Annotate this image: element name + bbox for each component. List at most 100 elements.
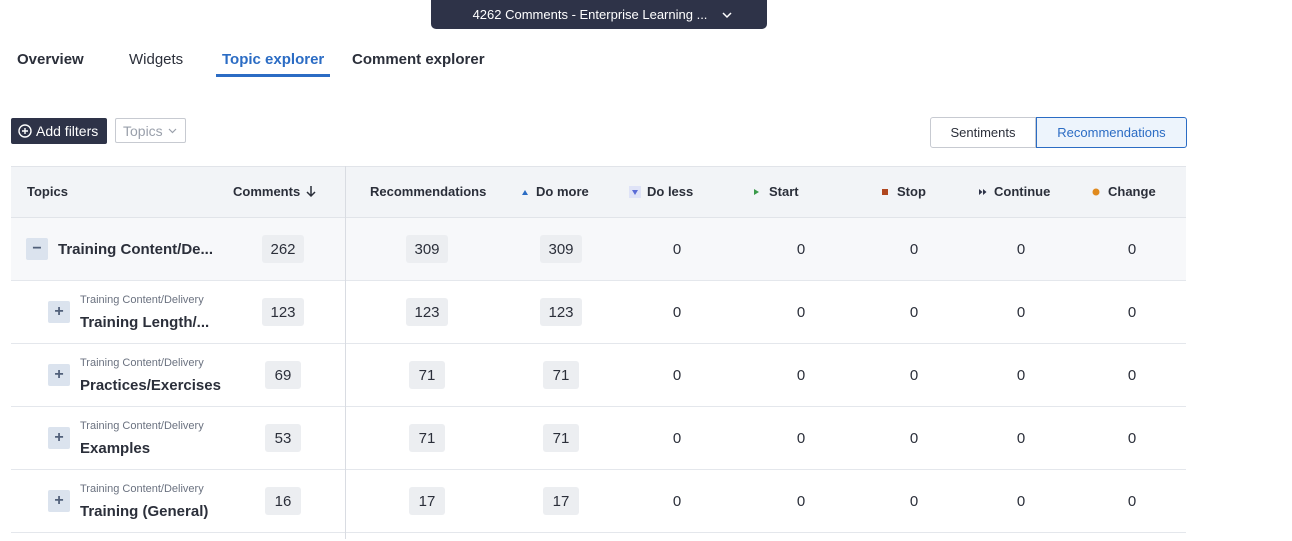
tab-bar: Overview Widgets Topic explorer Comment … (0, 44, 600, 80)
table-row-partial (11, 533, 1186, 541)
recommendations-count[interactable]: 71 (409, 424, 445, 452)
col-header-stop[interactable]: Stop (881, 184, 926, 199)
start-count: 0 (796, 367, 806, 384)
recommendations-count[interactable]: 71 (409, 361, 445, 389)
continue-icon (979, 188, 987, 195)
comments-count[interactable]: 69 (265, 361, 301, 389)
collapse-icon[interactable]: − (26, 238, 48, 260)
table-row[interactable]: + Training Content/Delivery Practices/Ex… (11, 344, 1186, 407)
change-count: 0 (1127, 304, 1137, 321)
change-icon (1092, 188, 1100, 195)
sentiments-toggle[interactable]: Sentiments (930, 117, 1036, 148)
recommendations-count[interactable]: 123 (406, 298, 448, 326)
table-row[interactable]: + Training Content/Delivery Training (Ge… (11, 470, 1186, 533)
table-row[interactable]: − Training Content/De... 262 309 309 0 0… (11, 218, 1186, 281)
continue-count: 0 (1016, 493, 1026, 510)
do-more-count[interactable]: 71 (543, 424, 579, 452)
do-less-count: 0 (672, 493, 682, 510)
do-more-icon (522, 189, 528, 195)
col-header-change[interactable]: Change (1092, 184, 1156, 199)
active-tab-indicator (216, 74, 330, 77)
table-header: Topics Comments Recommendations Do more … (11, 166, 1186, 218)
table-row[interactable]: + Training Content/Delivery Training Len… (11, 281, 1186, 344)
col-header-do-more[interactable]: Do more (521, 184, 589, 199)
col-header-comments-label: Comments (233, 184, 301, 199)
do-less-count: 0 (672, 304, 682, 321)
continue-count: 0 (1016, 430, 1026, 447)
add-filters-label: Add filters (36, 123, 99, 139)
recommendations-count[interactable]: 17 (409, 487, 445, 515)
col-header-do-less-label: Do less (647, 184, 694, 199)
expand-icon[interactable]: + (48, 427, 70, 449)
recommendations-toggle[interactable]: Recommendations (1036, 117, 1187, 148)
comments-count[interactable]: 53 (265, 424, 301, 452)
add-filters-button[interactable]: Add filters (11, 118, 107, 144)
do-more-count[interactable]: 123 (540, 298, 582, 326)
stop-count: 0 (909, 430, 919, 447)
recommendations-count[interactable]: 309 (406, 235, 448, 263)
col-header-start[interactable]: Start (752, 184, 799, 199)
chevron-down-icon (721, 9, 733, 21)
topics-select-placeholder: Topics (123, 122, 163, 139)
column-divider (345, 166, 346, 539)
topic-parent: Training Content/Delivery (80, 420, 204, 432)
stop-count: 0 (909, 241, 919, 258)
tab-topic-explorer[interactable]: Topic explorer (222, 51, 324, 68)
do-less-count: 0 (672, 241, 682, 258)
topic-parent: Training Content/Delivery (80, 357, 204, 369)
stop-count: 0 (909, 367, 919, 384)
chevron-down-icon (168, 128, 177, 134)
start-icon (754, 188, 759, 195)
col-header-start-label: Start (769, 184, 799, 199)
do-less-count: 0 (672, 367, 682, 384)
col-header-do-less[interactable]: Do less (629, 184, 693, 199)
add-circle-icon (18, 124, 32, 138)
change-count: 0 (1127, 367, 1137, 384)
dataset-label: 4262 Comments - Enterprise Learning ... (472, 7, 708, 22)
view-toggle: Sentiments Recommendations (930, 117, 1187, 148)
do-more-count[interactable]: 71 (543, 361, 579, 389)
col-header-stop-label: Stop (897, 184, 926, 199)
start-count: 0 (796, 304, 806, 321)
topics-table: Topics Comments Recommendations Do more … (11, 166, 1186, 541)
comments-count[interactable]: 16 (265, 487, 301, 515)
stop-icon (882, 188, 888, 195)
start-count: 0 (796, 493, 806, 510)
expand-icon[interactable]: + (48, 301, 70, 323)
stop-count: 0 (909, 304, 919, 321)
tab-comment-explorer[interactable]: Comment explorer (352, 51, 485, 68)
col-header-recommendations[interactable]: Recommendations (370, 184, 486, 199)
do-more-count[interactable]: 17 (543, 487, 579, 515)
topic-name[interactable]: Training Length/... (80, 314, 209, 331)
start-count: 0 (796, 430, 806, 447)
topic-parent: Training Content/Delivery (80, 483, 204, 495)
topic-name[interactable]: Training (General) (80, 503, 208, 520)
do-more-count[interactable]: 309 (540, 235, 582, 263)
tab-overview[interactable]: Overview (17, 51, 84, 68)
topic-name[interactable]: Examples (80, 440, 150, 457)
do-less-count: 0 (672, 430, 682, 447)
col-header-continue[interactable]: Continue (978, 184, 1050, 199)
expand-icon[interactable]: + (48, 490, 70, 512)
dataset-selector[interactable]: 4262 Comments - Enterprise Learning ... (431, 0, 767, 29)
start-count: 0 (796, 241, 806, 258)
tab-widgets[interactable]: Widgets (129, 51, 183, 68)
col-header-do-more-label: Do more (536, 184, 589, 199)
expand-icon[interactable]: + (48, 364, 70, 386)
continue-count: 0 (1016, 367, 1026, 384)
topic-name[interactable]: Practices/Exercises (80, 377, 221, 394)
change-count: 0 (1127, 493, 1137, 510)
col-header-continue-label: Continue (994, 184, 1051, 199)
comments-count[interactable]: 123 (262, 298, 304, 326)
table-row[interactable]: + Training Content/Delivery Examples 53 … (11, 407, 1186, 470)
change-count: 0 (1127, 430, 1137, 447)
continue-count: 0 (1016, 304, 1026, 321)
col-header-topics[interactable]: Topics (27, 184, 68, 199)
topic-parent: Training Content/Delivery (80, 294, 204, 306)
comments-count[interactable]: 262 (262, 235, 304, 263)
sort-desc-icon (306, 186, 316, 198)
stop-count: 0 (909, 493, 919, 510)
col-header-comments[interactable]: Comments (233, 184, 317, 199)
topic-name[interactable]: Training Content/De... (58, 241, 213, 258)
topics-select[interactable]: Topics (115, 118, 186, 143)
